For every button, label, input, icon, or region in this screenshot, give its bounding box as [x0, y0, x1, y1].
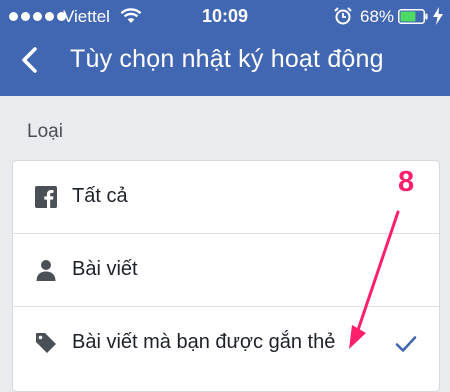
option-label: Tất cả: [72, 185, 128, 207]
person-icon: [36, 260, 56, 281]
battery-percentage: 68%: [360, 7, 395, 26]
option-posts[interactable]: Bài viết: [13, 234, 439, 307]
page-title: Tùy chọn nhật ký hoạt động: [70, 45, 384, 73]
option-tagged-posts[interactable]: Bài viết mà bạn được gắn thẻ: [13, 307, 439, 379]
charging-bolt-icon: [433, 7, 443, 25]
tag-icon: [36, 333, 56, 353]
alarm-clock-icon: [334, 7, 352, 25]
back-arrow-icon[interactable]: [20, 46, 38, 74]
checkmark-icon: [395, 336, 417, 352]
navigation-header: Viettel 10:09 68% Tùy chọn nhật ký hoạt …: [0, 0, 450, 96]
annotation-step-number: 8: [398, 166, 415, 198]
battery-icon: [398, 9, 428, 24]
option-label: Bài viết mà bạn được gắn thẻ: [72, 331, 336, 353]
filter-options-list: Tất cả Bài viết Bài viết mà bạn được gắn…: [12, 160, 440, 392]
status-bar: Viettel 10:09 68%: [0, 0, 450, 32]
option-label: Bài viết: [72, 258, 138, 280]
section-label-type: Loại: [27, 121, 63, 142]
option-all[interactable]: Tất cả: [13, 161, 439, 234]
facebook-icon: [35, 186, 57, 208]
